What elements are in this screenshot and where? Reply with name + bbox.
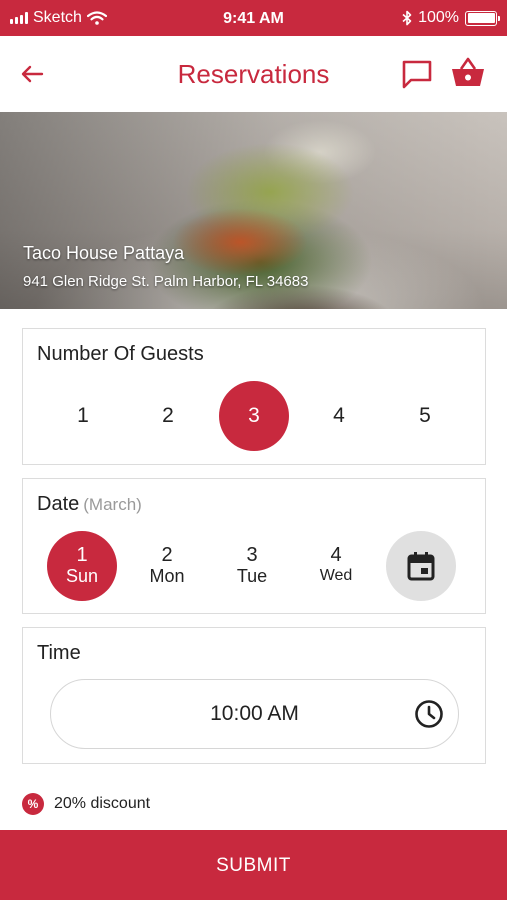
date-weekday: Mon	[149, 566, 185, 586]
date-option-4[interactable]: 4 Wed	[301, 531, 371, 601]
guest-option-3[interactable]: 3	[219, 381, 289, 451]
clock-icon	[415, 700, 443, 728]
chat-icon	[402, 60, 432, 89]
guest-option-5[interactable]: 5	[390, 381, 460, 451]
guests-title: Number Of Guests	[37, 343, 204, 365]
date-month-hint: (March)	[83, 495, 142, 514]
date-weekday: Sun	[65, 566, 99, 586]
battery-icon	[465, 10, 500, 26]
percent-icon: %	[22, 793, 44, 815]
date-option-1[interactable]: 1 Sun	[47, 531, 117, 601]
status-bar: Sketch 9:41 AM 100%	[0, 0, 507, 36]
app-header: Reservations	[0, 36, 507, 112]
date-title: Date (March)	[37, 493, 142, 516]
time-value: 10:00 AM	[210, 702, 299, 725]
discount-info: % 20% discount	[22, 792, 150, 816]
date-number: 1	[76, 544, 88, 566]
time-title: Time	[37, 642, 81, 664]
date-option-2[interactable]: 2 Mon	[132, 531, 202, 601]
chat-button[interactable]	[400, 58, 434, 90]
guest-option-1[interactable]: 1	[48, 381, 118, 451]
date-weekday: Wed	[319, 567, 353, 584]
submit-button[interactable]: SUBMIT	[0, 830, 507, 900]
discount-text: 20% discount	[54, 795, 151, 812]
bluetooth-icon	[402, 10, 412, 26]
calendar-button[interactable]	[386, 531, 456, 601]
date-option-3[interactable]: 3 Tue	[217, 531, 287, 601]
date-number: 3	[246, 544, 258, 566]
guests-card: Number Of Guests 1 2 3 4 5	[22, 328, 486, 465]
battery-percent: 100%	[418, 9, 459, 26]
date-title-label: Date	[37, 493, 80, 515]
calendar-icon	[407, 552, 435, 581]
time-picker-field[interactable]: 10:00 AM	[50, 679, 459, 749]
guest-option-2[interactable]: 2	[133, 381, 203, 451]
date-weekday: Tue	[236, 566, 268, 586]
restaurant-name: Taco House Pattaya	[23, 243, 185, 263]
basket-button[interactable]	[450, 56, 486, 90]
date-card: Date (March) 1 Sun 2 Mon 3 Tue 4 Wed	[22, 478, 486, 614]
guest-option-4[interactable]: 4	[304, 381, 374, 451]
date-number: 2	[161, 544, 173, 566]
status-right: 100%	[402, 0, 500, 36]
time-card: Time 10:00 AM	[22, 627, 486, 764]
restaurant-hero-image: Taco House Pattaya 941 Glen Ridge St. Pa…	[0, 112, 507, 309]
restaurant-address: 941 Glen Ridge St. Palm Harbor, FL 34683	[23, 273, 309, 290]
date-number: 4	[330, 544, 342, 566]
basket-icon	[452, 57, 484, 86]
